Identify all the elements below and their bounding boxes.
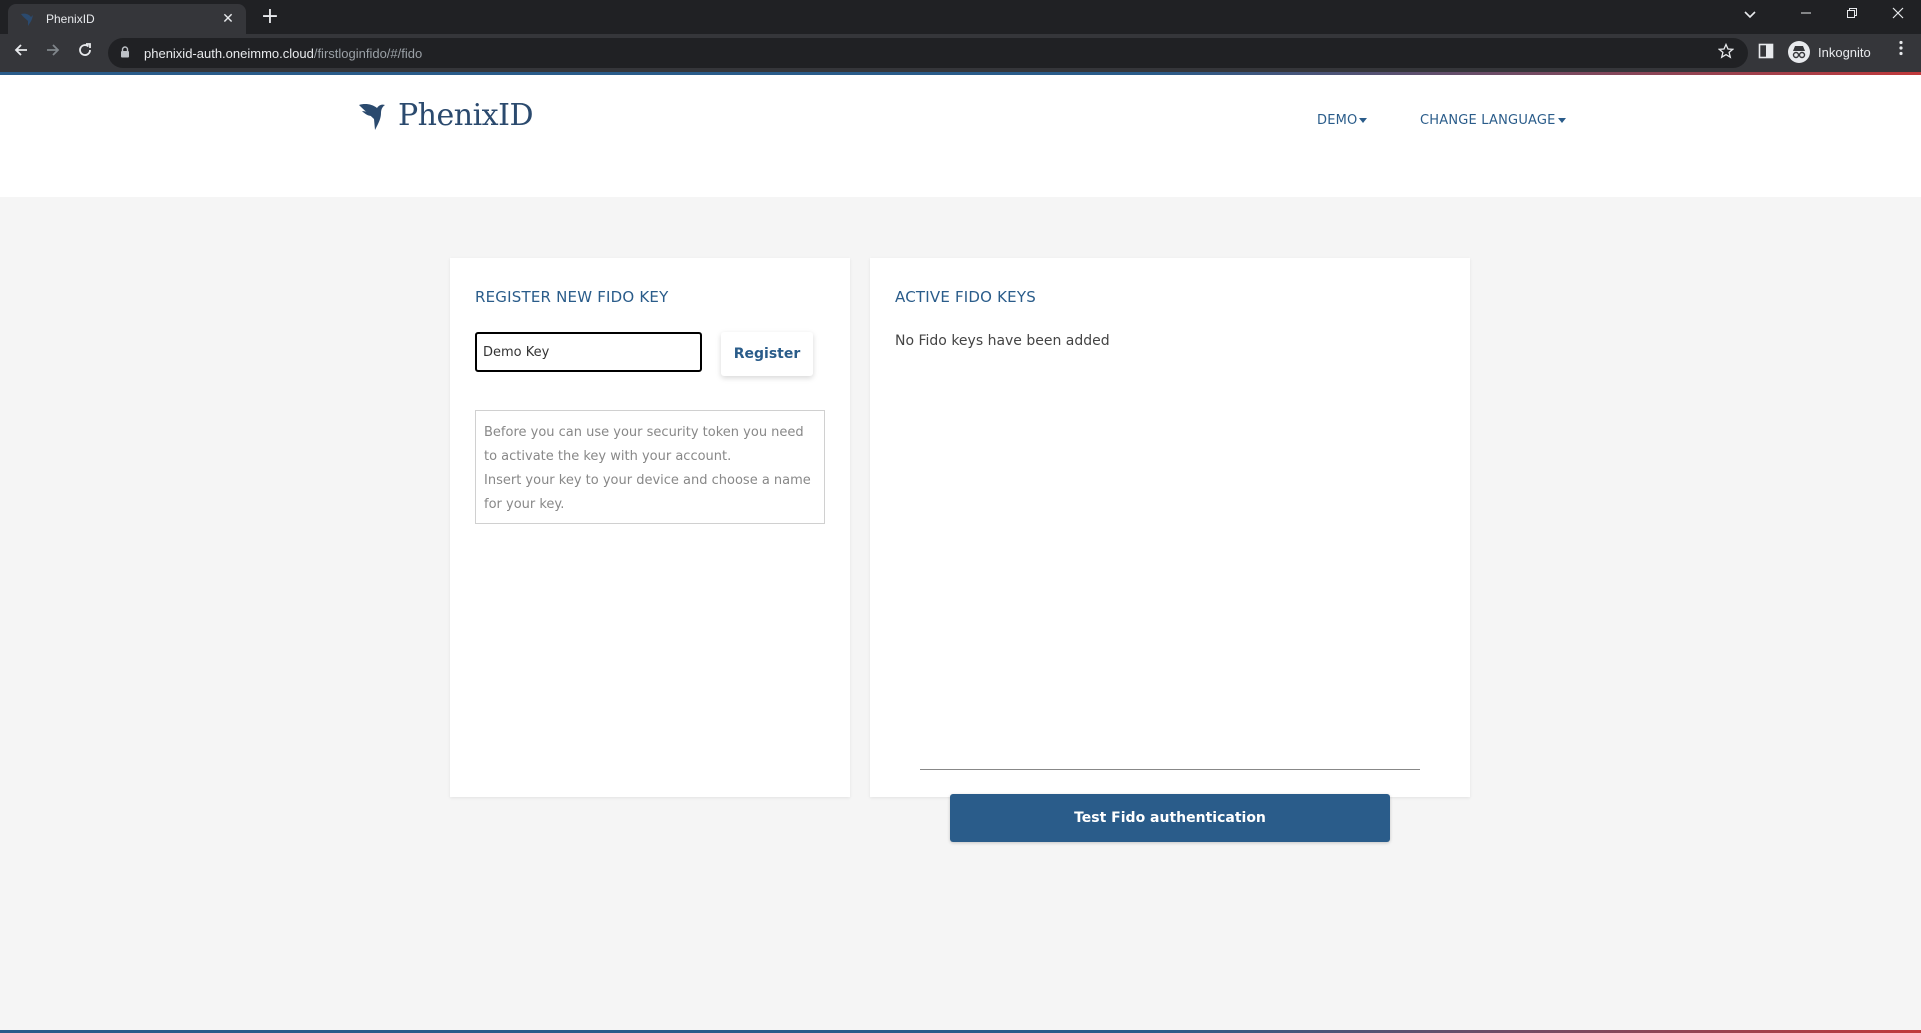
minimize-icon[interactable] xyxy=(1783,0,1829,30)
browser-tabstrip: PhenixID ✕ + xyxy=(0,0,1921,34)
register-card-title: REGISTER NEW FIDO KEY xyxy=(475,288,669,306)
logo-text: PhenixID xyxy=(398,97,534,133)
url-host: phenixid-auth.oneimmo.cloud xyxy=(144,45,314,61)
browser-menu-icon[interactable] xyxy=(1891,40,1911,61)
phenixid-logo[interactable]: PhenixID xyxy=(358,97,534,133)
side-panel-icon[interactable] xyxy=(1758,43,1774,59)
page-content: PhenixID DEMO CHANGE LANGUAGE REGISTER N… xyxy=(0,72,1921,1033)
browser-tab[interactable]: PhenixID ✕ xyxy=(8,4,246,34)
phenixid-favicon-icon xyxy=(21,13,33,26)
info-text-line2: Insert your key to your device and choos… xyxy=(484,473,811,512)
active-keys-title: ACTIVE FIDO KEYS xyxy=(895,288,1036,306)
caret-down-icon xyxy=(1359,118,1368,123)
demo-dropdown-label: DEMO xyxy=(1317,113,1358,128)
close-window-icon[interactable] xyxy=(1875,0,1921,30)
bookmark-star-icon[interactable] xyxy=(1717,42,1735,63)
url-text[interactable]: phenixid-auth.oneimmo.cloud/firstloginfi… xyxy=(144,46,422,61)
incognito-profile[interactable]: Inkognito xyxy=(1788,41,1871,63)
caret-down-icon xyxy=(1557,118,1566,123)
key-name-input[interactable] xyxy=(475,332,702,372)
phoenix-bird-icon xyxy=(359,104,385,130)
close-tab-icon[interactable]: ✕ xyxy=(216,11,240,27)
no-keys-message: No Fido keys have been added xyxy=(895,333,1110,349)
site-header: PhenixID DEMO CHANGE LANGUAGE xyxy=(0,75,1921,197)
tab-title: PhenixID xyxy=(46,12,95,26)
info-text-line1: Before you can use your security token y… xyxy=(484,425,804,464)
register-info-box: Before you can use your security token y… xyxy=(475,410,825,524)
url-path: /firstloginfido/#/fido xyxy=(313,45,423,61)
incognito-label: Inkognito xyxy=(1818,44,1871,60)
tab-search-icon[interactable] xyxy=(1727,0,1773,30)
register-fido-card: REGISTER NEW FIDO KEY Register Before yo… xyxy=(450,258,850,797)
reload-icon[interactable] xyxy=(72,40,98,66)
incognito-icon xyxy=(1788,41,1810,63)
browser-toolbar: phenixid-auth.oneimmo.cloud/firstloginfi… xyxy=(0,34,1921,72)
back-icon[interactable] xyxy=(8,40,34,66)
active-fido-keys-card: ACTIVE FIDO KEYS No Fido keys have been … xyxy=(870,258,1470,842)
demo-dropdown[interactable]: DEMO xyxy=(1317,113,1368,128)
test-fido-authentication-button[interactable]: Test Fido authentication xyxy=(950,794,1390,842)
address-bar[interactable]: phenixid-auth.oneimmo.cloud/firstloginfi… xyxy=(108,38,1748,68)
forward-icon[interactable] xyxy=(40,40,66,66)
lock-icon[interactable] xyxy=(120,45,134,61)
restore-icon[interactable] xyxy=(1829,0,1875,30)
window-controls xyxy=(1783,0,1921,30)
change-language-label: CHANGE LANGUAGE xyxy=(1420,113,1556,128)
new-tab-button[interactable]: + xyxy=(258,5,282,29)
register-button[interactable]: Register xyxy=(721,332,813,376)
change-language-dropdown[interactable]: CHANGE LANGUAGE xyxy=(1420,113,1566,128)
card-divider xyxy=(920,769,1420,770)
